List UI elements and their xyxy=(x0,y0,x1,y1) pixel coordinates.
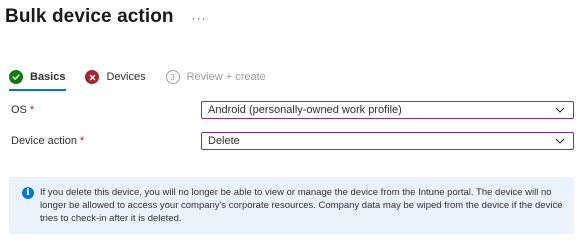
os-dropdown[interactable]: Android (personally-owned work profile) xyxy=(201,101,574,119)
info-icon: i xyxy=(22,187,34,199)
page-header: Bulk device action ··· xyxy=(5,6,207,28)
step-number-badge: 3 xyxy=(165,70,180,84)
bulk-device-action-page: Bulk device action ··· Basics Devices 3 … xyxy=(0,0,587,241)
check-icon xyxy=(9,70,23,84)
tab-review-create[interactable]: 3 Review + create xyxy=(165,70,266,84)
device-action-dropdown[interactable]: Delete xyxy=(201,132,574,150)
tab-devices[interactable]: Devices xyxy=(85,70,146,84)
more-actions-button[interactable]: ··· xyxy=(192,11,207,25)
os-row: OS * Android (personally-owned work profi… xyxy=(11,101,574,119)
os-dropdown-value: Android (personally-owned work profile) xyxy=(208,104,402,116)
device-action-dropdown-value: Delete xyxy=(208,135,240,147)
tab-basics-label: Basics xyxy=(30,71,66,83)
error-icon xyxy=(85,70,100,84)
tab-review-create-label: Review + create xyxy=(186,71,266,83)
required-mark: * xyxy=(29,104,35,116)
required-mark: * xyxy=(80,135,85,147)
wizard-steps: Basics Devices 3 Review + create xyxy=(9,70,286,91)
page-title: Bulk device action xyxy=(5,6,174,27)
device-action-label: Device action * xyxy=(11,135,85,147)
tab-devices-label: Devices xyxy=(106,71,146,83)
info-banner: i If you delete this device, you will no… xyxy=(9,177,574,234)
tab-basics[interactable]: Basics xyxy=(9,70,67,91)
os-label: OS * xyxy=(11,104,35,116)
info-banner-text: If you delete this device, you will no l… xyxy=(40,187,563,224)
chevron-down-icon xyxy=(555,136,565,146)
device-action-row: Device action * Delete xyxy=(11,132,574,150)
chevron-down-icon xyxy=(555,105,565,115)
